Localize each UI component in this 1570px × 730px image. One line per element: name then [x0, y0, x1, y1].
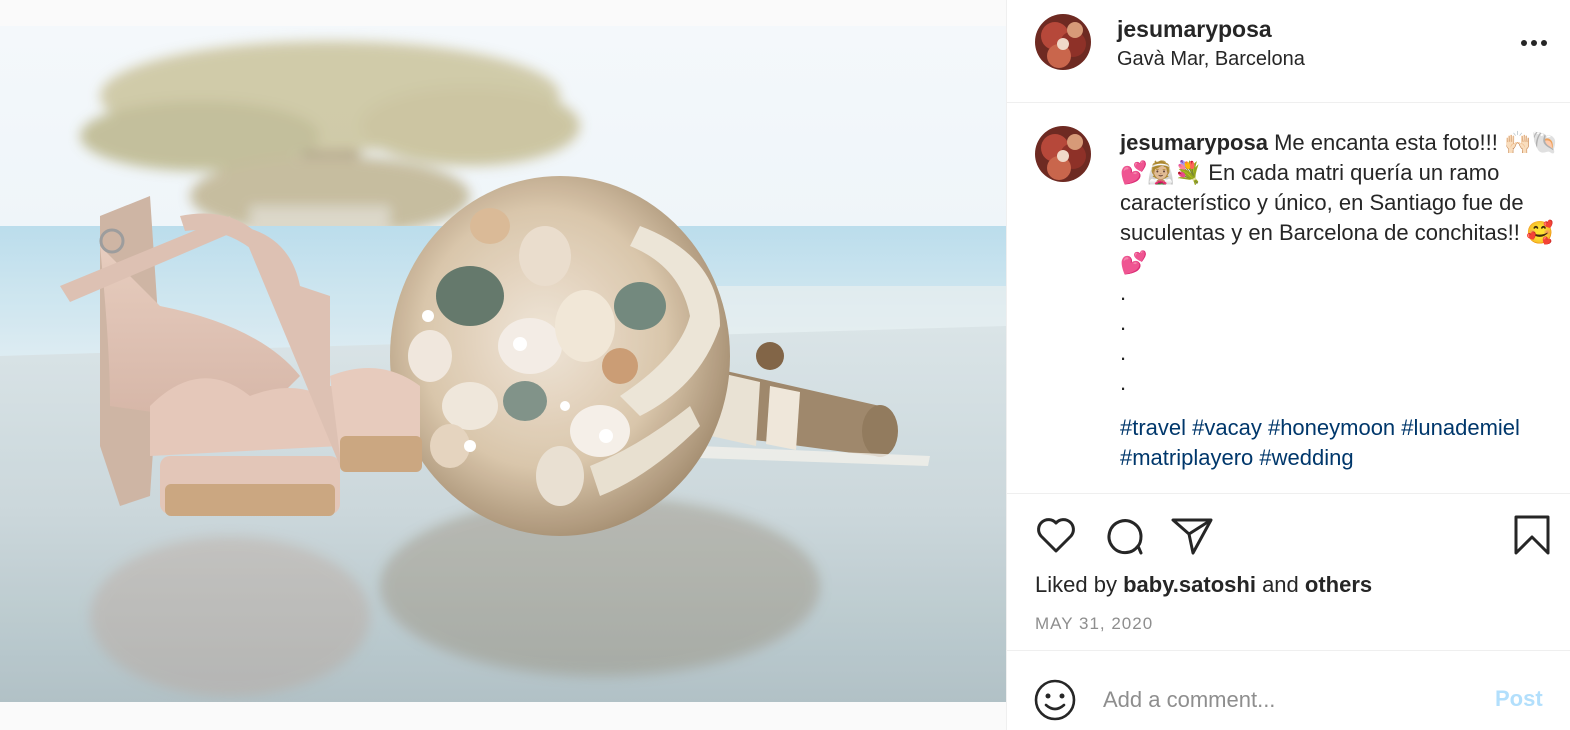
avatar[interactable] — [1035, 14, 1091, 70]
liked-by-others-link[interactable]: others — [1305, 572, 1372, 597]
photo-container — [0, 0, 1006, 730]
more-horizontal-icon[interactable] — [1517, 30, 1551, 56]
post-button[interactable]: Post — [1495, 686, 1543, 712]
caption-username-link[interactable]: jesumaryposa — [1120, 130, 1268, 155]
likes-summary: Liked by baby.satoshi and others — [1035, 572, 1372, 598]
caption-text: jesumaryposa Me encanta esta foto!!! 🙌🏻🐚… — [1120, 128, 1560, 473]
liked-by-user-link[interactable]: baby.satoshi — [1123, 572, 1256, 597]
smiley-icon[interactable] — [1033, 678, 1077, 722]
location-link[interactable]: Gavà Mar, Barcelona — [1117, 48, 1305, 71]
post-side-panel: jesumaryposa Gavà Mar, Barcelona jesumar… — [1006, 0, 1570, 730]
liked-by-and: and — [1262, 572, 1299, 597]
post-photo[interactable] — [0, 26, 1006, 702]
caption-dots: . . . . — [1120, 278, 1560, 398]
post-date[interactable]: MAY 31, 2020 — [1035, 614, 1153, 634]
caption-area: jesumaryposa Me encanta esta foto!!! 🙌🏻🐚… — [1007, 104, 1570, 492]
caption-dot: . — [1120, 370, 1127, 395]
caption-dot: . — [1120, 310, 1127, 335]
heart-icon[interactable] — [1033, 512, 1079, 558]
liked-by-prefix: Liked by — [1035, 572, 1117, 597]
avatar[interactable] — [1035, 126, 1091, 182]
post-header: jesumaryposa Gavà Mar, Barcelona — [1007, 0, 1570, 103]
hashtags[interactable]: #travel #vacay #honeymoon #lunademiel #m… — [1120, 413, 1560, 473]
comment-box: Post — [1007, 652, 1570, 730]
caption-dot: . — [1120, 280, 1127, 305]
bookmark-icon[interactable] — [1509, 512, 1555, 558]
share-icon[interactable] — [1169, 512, 1215, 558]
caption-dot: . — [1120, 340, 1127, 365]
username-link[interactable]: jesumaryposa — [1117, 16, 1272, 43]
comment-icon[interactable] — [1101, 512, 1147, 558]
action-bar: Liked by baby.satoshi and others MAY 31,… — [1007, 493, 1570, 651]
comment-input[interactable] — [1103, 680, 1463, 720]
post-image — [0, 26, 1006, 702]
